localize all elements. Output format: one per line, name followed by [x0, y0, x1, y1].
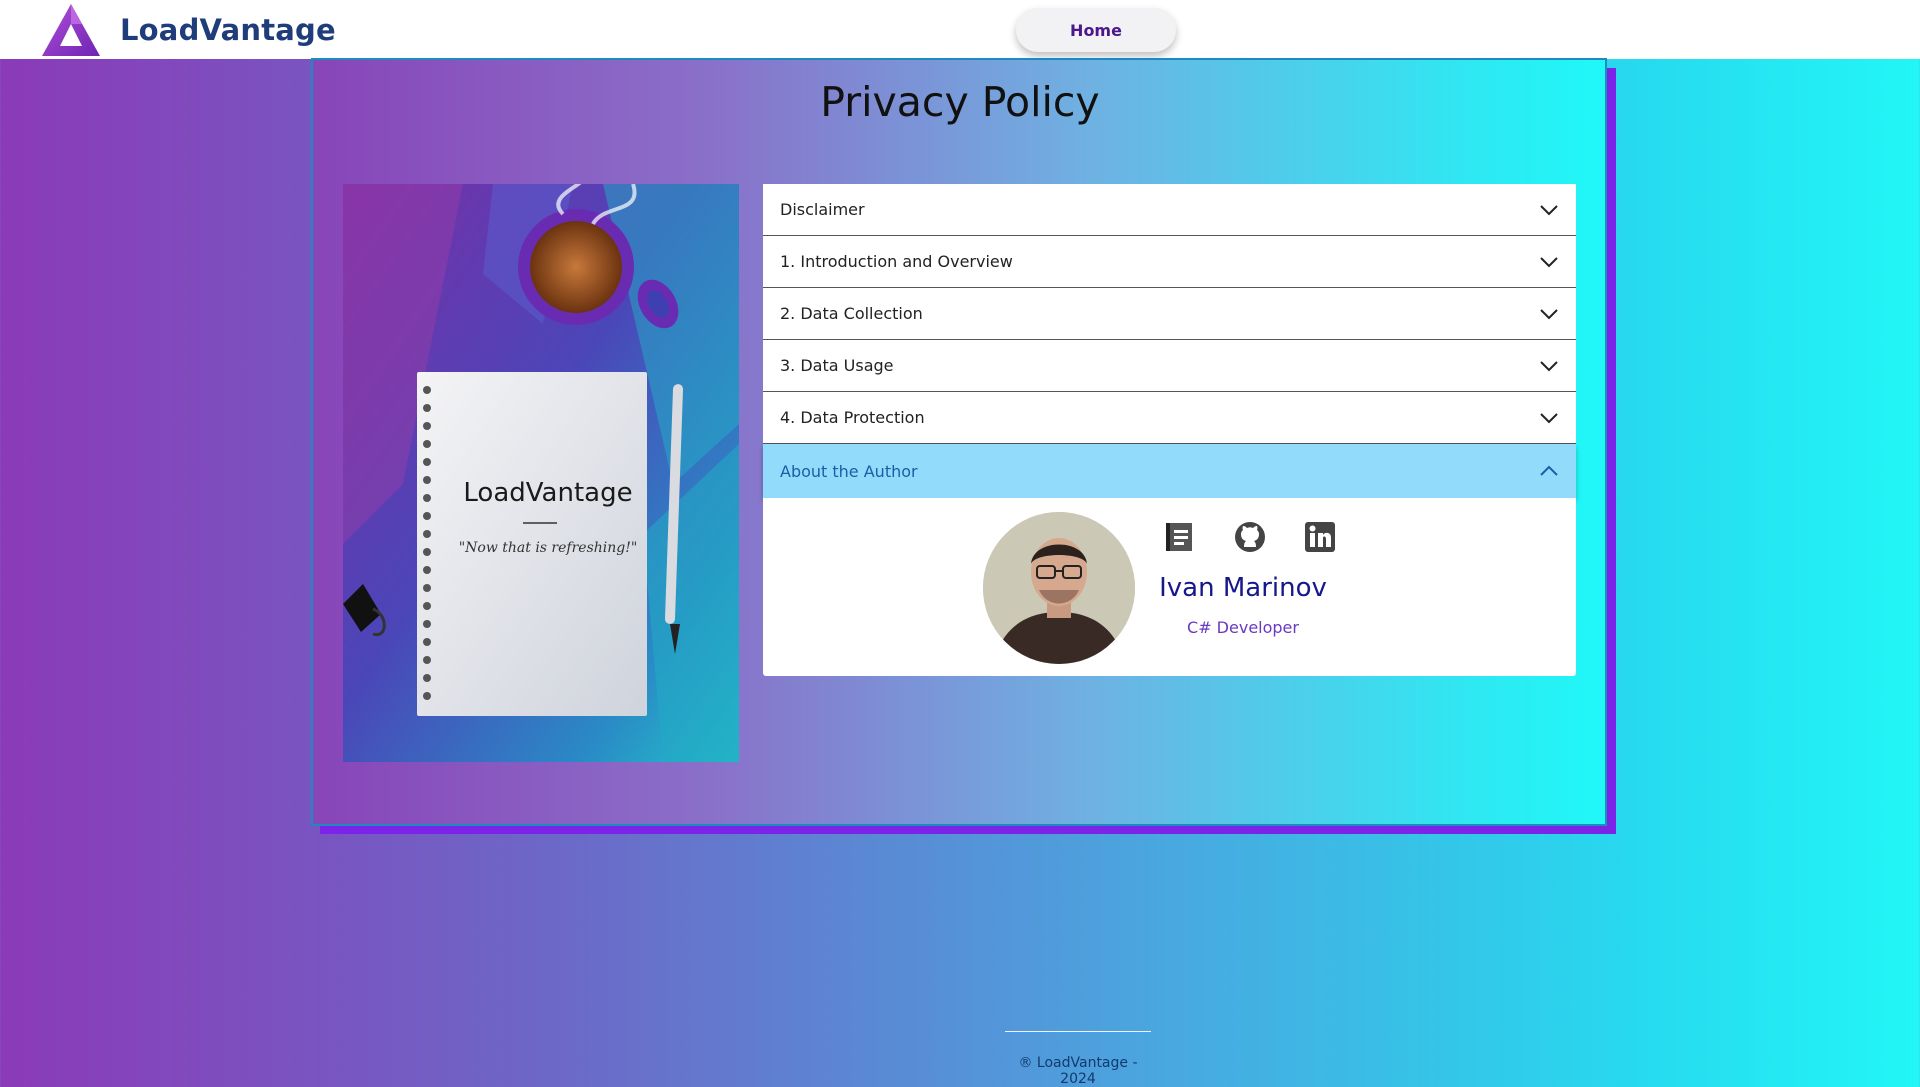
brand-name: LoadVantage	[120, 13, 336, 47]
navbar: LoadVantage Home	[0, 0, 1920, 59]
accordion-item-introduction[interactable]: 1. Introduction and Overview	[763, 236, 1576, 288]
accordion-item-data-collection[interactable]: 2. Data Collection	[763, 288, 1576, 340]
notebook-title: LoadVantage	[463, 478, 633, 508]
linkedin-icon[interactable]	[1303, 520, 1337, 554]
page-title: Privacy Policy	[820, 78, 1100, 126]
accordion-label: Disclaimer	[780, 200, 865, 219]
privacy-accordion: Disclaimer 1. Introduction and Overview …	[763, 184, 1576, 676]
about-author-panel: Ivan Marinov C# Developer	[763, 498, 1576, 676]
home-button[interactable]: Home	[1016, 8, 1176, 52]
accordion-label: About the Author	[780, 461, 918, 481]
accordion-item-disclaimer[interactable]: Disclaimer	[763, 184, 1576, 236]
book-icon[interactable]	[1163, 520, 1197, 554]
author-socials	[1163, 520, 1337, 554]
brand[interactable]: LoadVantage	[40, 2, 336, 58]
notebook-quote: "Now that is refreshing!"	[458, 540, 638, 556]
footer-divider	[1005, 1031, 1151, 1032]
hero-illustration	[343, 184, 739, 762]
author-role: C# Developer	[1187, 618, 1299, 637]
hero-image: LoadVantage "Now that is refreshing!"	[343, 184, 739, 762]
accordion-label: 1. Introduction and Overview	[780, 252, 1013, 271]
chevron-down-icon	[1540, 256, 1558, 267]
chevron-down-icon	[1540, 412, 1558, 423]
chevron-down-icon	[1540, 360, 1558, 371]
accordion-label: 4. Data Protection	[780, 408, 925, 427]
chevron-down-icon	[1540, 308, 1558, 319]
accordion-label: 3. Data Usage	[780, 356, 894, 375]
chevron-up-icon	[1540, 465, 1558, 476]
chevron-down-icon	[1540, 204, 1558, 215]
accordion-label: 2. Data Collection	[780, 304, 923, 323]
brand-logo-icon	[42, 4, 100, 56]
accordion-item-about-author[interactable]: About the Author	[763, 444, 1576, 498]
footer-copyright: ® LoadVantage - 2024	[1018, 1055, 1138, 1087]
author-name: Ivan Marinov	[1159, 573, 1327, 603]
github-icon[interactable]	[1233, 520, 1267, 554]
accordion-item-data-usage[interactable]: 3. Data Usage	[763, 340, 1576, 392]
accordion-item-data-protection[interactable]: 4. Data Protection	[763, 392, 1576, 444]
